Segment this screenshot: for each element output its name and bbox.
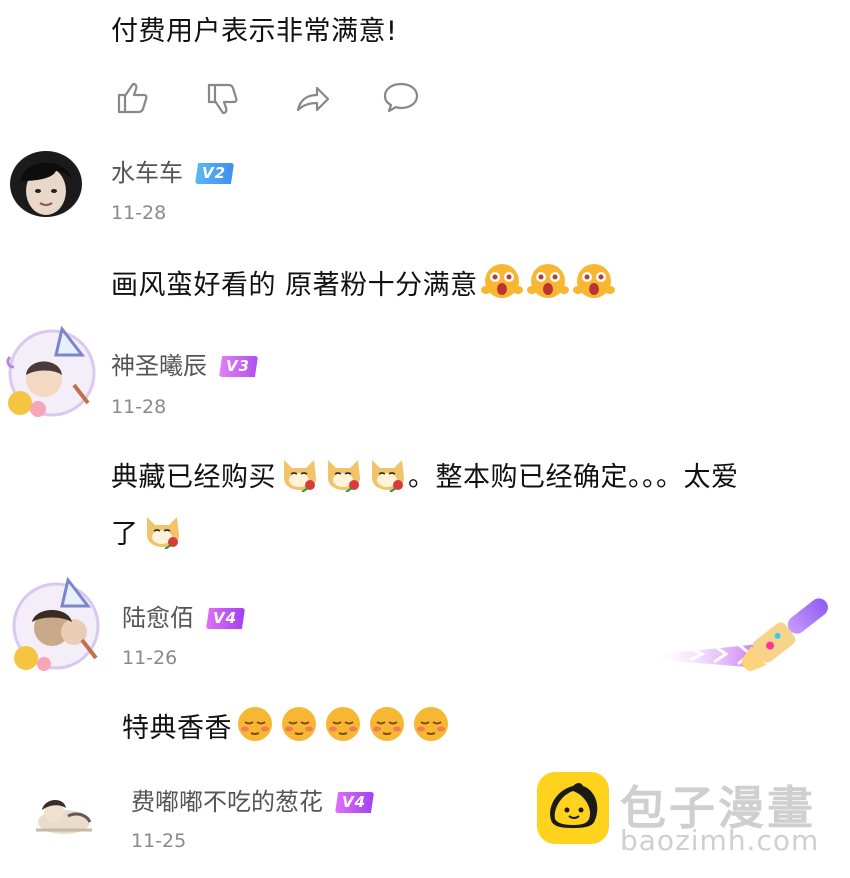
shocked-face-emoji <box>572 260 616 313</box>
avatar[interactable] <box>10 151 82 217</box>
comment-date: 11-28 <box>111 202 167 224</box>
avatar[interactable] <box>4 574 108 678</box>
thumbs-down-icon[interactable] <box>203 80 243 120</box>
paintbrush-pendant-icon <box>650 574 840 678</box>
comment-text-body: 典藏已经购买 <box>111 462 276 493</box>
username[interactable]: 陆愈佰 <box>122 604 194 632</box>
share-icon[interactable] <box>293 78 333 118</box>
comment-text-body: 。整本购已经确定。。。太爱 <box>408 462 739 493</box>
comment-text: 付费用户表示非常满意! <box>111 16 398 47</box>
level-badge: V2 <box>195 163 235 184</box>
baozi-logo-icon <box>535 770 611 846</box>
shocked-face-emoji <box>480 260 524 313</box>
username[interactable]: 水车车 <box>111 159 183 187</box>
level-badge: V3 <box>219 356 259 377</box>
shy-face-emoji <box>322 703 364 756</box>
username[interactable]: 神圣曦辰 <box>111 352 207 380</box>
shiba-rose-emoji <box>141 509 183 562</box>
thumbs-up-icon[interactable] <box>113 78 153 118</box>
watermark-url: baozimh.com <box>620 824 820 857</box>
comment-header: 费嘟嘟不吃的葱花 V4 <box>131 782 375 817</box>
comment-text: 画风蛮好看的 原著粉十分满意 <box>111 260 616 313</box>
level-badge: V4 <box>335 792 375 813</box>
username[interactable]: 费嘟嘟不吃的葱花 <box>131 788 323 816</box>
comment-date: 11-26 <box>122 647 178 669</box>
comment-text: 典藏已经购买 。整本购已经确定。。。太爱 了 <box>111 452 846 562</box>
comment-date: 11-28 <box>111 396 167 418</box>
avatar[interactable] <box>28 790 98 840</box>
comment-text-body: 画风蛮好看的 原著粉十分满意 <box>111 270 478 301</box>
comment-header: 水车车 V2 <box>111 153 235 188</box>
comment-icon[interactable] <box>381 78 421 118</box>
comment-date: 11-25 <box>131 830 187 852</box>
comment-text-body: 特典香香 <box>122 713 232 744</box>
shocked-face-emoji <box>526 260 570 313</box>
level-badge: V4 <box>206 608 246 629</box>
shy-face-emoji <box>410 703 452 756</box>
shy-face-emoji <box>366 703 408 756</box>
shy-face-emoji <box>278 703 320 756</box>
comment-header: 陆愈佰 V4 <box>122 598 246 633</box>
shiba-rose-emoji <box>322 452 364 505</box>
comment-actions <box>113 78 433 118</box>
comment-text-body: 了 <box>111 519 139 551</box>
shiba-rose-emoji <box>366 452 408 505</box>
comment-text: 特典香香 <box>122 703 452 756</box>
shy-face-emoji <box>234 703 276 756</box>
comment-header: 神圣曦辰 V3 <box>111 346 259 381</box>
shiba-rose-emoji <box>278 452 320 505</box>
avatar[interactable] <box>2 323 102 423</box>
